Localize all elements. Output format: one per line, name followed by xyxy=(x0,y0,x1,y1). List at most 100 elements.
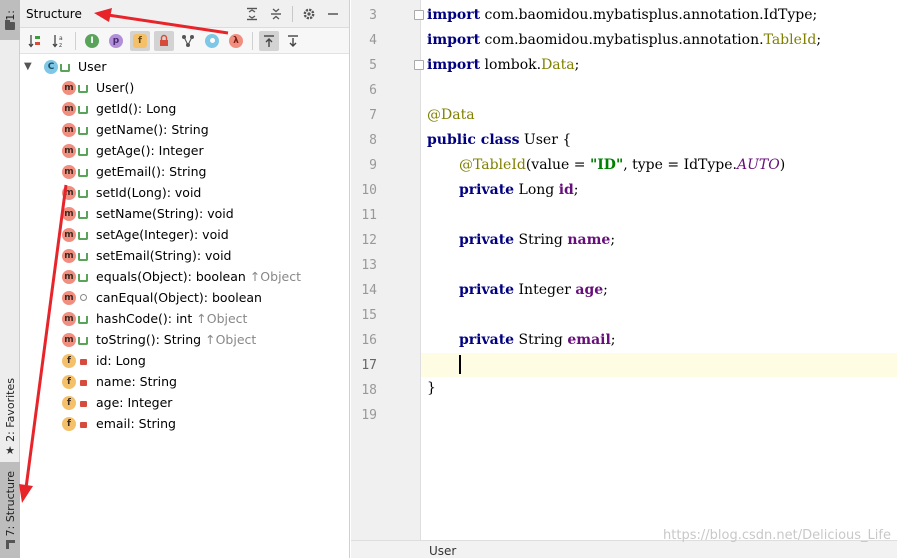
line-number: 14 xyxy=(361,283,377,298)
autoscroll-to-source-icon[interactable] xyxy=(259,30,279,51)
method-icon: m xyxy=(62,269,76,284)
code-editor[interactable]: 3 4 5 6 7 8 9 10 11 12 13 14 15 16 17 18 19 import com.b… xyxy=(351,0,897,558)
code-line-18: } xyxy=(427,380,436,396)
member-label: setId(Long): void xyxy=(96,185,202,200)
show-anonymous-icon[interactable] xyxy=(178,31,198,51)
package-icon xyxy=(78,292,88,304)
member-label: equals(Object): boolean xyxy=(96,269,246,284)
code-line-12: private String name; xyxy=(459,232,616,248)
tree-member-item[interactable]: m getName(): String xyxy=(20,119,349,140)
tree-member-item[interactable]: m setEmail(String): void xyxy=(20,245,349,266)
gear-icon[interactable] xyxy=(301,6,317,22)
public-icon xyxy=(78,187,88,199)
favorites-tool-tab[interactable]: 2: Favorites ★ xyxy=(0,372,20,462)
show-lambdas-icon[interactable] xyxy=(202,31,222,51)
public-icon xyxy=(78,271,88,283)
public-icon xyxy=(78,313,88,325)
line-number: 8 xyxy=(369,133,377,148)
tree-member-item[interactable]: m getAge(): Integer xyxy=(20,140,349,161)
expand-all-icon[interactable] xyxy=(244,6,260,22)
member-label: email: String xyxy=(96,416,176,431)
minimize-icon[interactable] xyxy=(325,6,341,22)
code-line-10: private Long id; xyxy=(459,182,579,198)
code-line-4: import com.baomidou.mybatisplus.annotati… xyxy=(427,32,822,48)
lambda-icon[interactable]: λ xyxy=(226,31,246,51)
structure-tree: ▼ C User m User() m getId(): Long m getName()… xyxy=(20,54,349,434)
chevron-down-icon[interactable]: ▼ xyxy=(24,61,38,72)
line-number: 5 xyxy=(369,58,377,73)
tree-member-item[interactable]: m getEmail(): String xyxy=(20,161,349,182)
public-icon xyxy=(78,145,88,157)
tree-member-item[interactable]: f email: String xyxy=(20,413,349,434)
method-icon: m xyxy=(62,206,76,221)
code-line-16: private String email; xyxy=(459,332,616,348)
line-number: 11 xyxy=(361,208,377,223)
tree-root-class[interactable]: ▼ C User xyxy=(20,56,349,77)
override-hint: ↑Object xyxy=(249,269,302,284)
line-number: 13 xyxy=(361,258,377,273)
code-area[interactable]: import com.baomidou.mybatisplus.annotati… xyxy=(427,0,897,540)
tree-member-item[interactable]: m canEqual(Object): boolean xyxy=(20,287,349,308)
watermark-text: https://blog.csdn.net/Delicious_Life xyxy=(663,528,891,543)
public-icon xyxy=(60,61,70,73)
tree-member-item[interactable]: m hashCode(): int ↑Object xyxy=(20,308,349,329)
tree-member-item[interactable]: m getId(): Long xyxy=(20,98,349,119)
member-label: setName(String): void xyxy=(96,206,234,221)
structure-tool-tab[interactable]: 7: Structure xyxy=(0,462,20,558)
svg-text:z: z xyxy=(59,42,62,49)
member-label: canEqual(Object): boolean xyxy=(96,290,262,305)
method-icon: m xyxy=(62,248,76,263)
method-icon: m xyxy=(62,185,76,200)
tree-member-item[interactable]: m equals(Object): boolean ↑Object xyxy=(20,266,349,287)
field-icon: f xyxy=(62,416,76,431)
public-icon xyxy=(78,334,88,346)
text-caret xyxy=(459,355,461,374)
public-icon xyxy=(78,208,88,220)
field-icon: f xyxy=(62,353,76,368)
method-icon: m xyxy=(62,101,76,116)
public-icon xyxy=(78,103,88,115)
line-number: 4 xyxy=(369,33,377,48)
tree-member-item[interactable]: m setId(Long): void xyxy=(20,182,349,203)
fold-marker-icon[interactable] xyxy=(414,10,424,20)
tree-member-item[interactable]: m setName(String): void xyxy=(20,203,349,224)
private-icon xyxy=(78,376,88,388)
member-label: getEmail(): String xyxy=(96,164,207,179)
override-hint: ↑Object xyxy=(205,332,257,347)
method-icon: m xyxy=(62,164,76,179)
public-icon xyxy=(78,166,88,178)
line-number: 10 xyxy=(361,183,377,198)
structure-icon xyxy=(5,540,15,550)
class-icon: C xyxy=(44,59,58,74)
show-inherited-icon[interactable]: I xyxy=(82,31,102,51)
sort-visibility-icon[interactable] xyxy=(25,31,45,51)
tree-member-item[interactable]: f id: Long xyxy=(20,350,349,371)
public-icon xyxy=(78,250,88,262)
fold-marker-icon[interactable] xyxy=(414,60,424,70)
tree-member-item[interactable]: f age: Integer xyxy=(20,392,349,413)
project-tool-tab[interactable]: 1: xyxy=(0,0,20,40)
collapse-all-icon[interactable] xyxy=(268,6,284,22)
structure-toolbar: az I p f λ xyxy=(20,28,349,54)
show-non-public-icon[interactable] xyxy=(154,30,174,51)
member-label: getId(): Long xyxy=(96,101,177,116)
private-icon xyxy=(78,397,88,409)
sort-alpha-icon[interactable]: az xyxy=(49,31,69,51)
member-label: setEmail(String): void xyxy=(96,248,232,263)
tree-member-item[interactable]: m User() xyxy=(20,77,349,98)
tree-member-item[interactable]: f name: String xyxy=(20,371,349,392)
line-number: 18 xyxy=(361,383,377,398)
show-fields-icon[interactable]: f xyxy=(130,30,150,51)
structure-tab-label: 7: Structure xyxy=(3,470,17,537)
private-icon xyxy=(78,418,88,430)
member-label: toString(): String xyxy=(96,332,202,347)
tree-member-item[interactable]: m toString(): String ↑Object xyxy=(20,329,349,350)
line-number: 17 xyxy=(361,358,377,373)
show-properties-icon[interactable]: p xyxy=(106,31,126,51)
code-line-3: import com.baomidou.mybatisplus.annotati… xyxy=(427,7,818,23)
svg-text:a: a xyxy=(59,35,63,42)
tree-member-item[interactable]: m setAge(Integer): void xyxy=(20,224,349,245)
autoscroll-from-source-icon[interactable] xyxy=(283,31,303,51)
line-number: 3 xyxy=(369,8,377,23)
breadcrumb[interactable]: User xyxy=(429,544,456,558)
